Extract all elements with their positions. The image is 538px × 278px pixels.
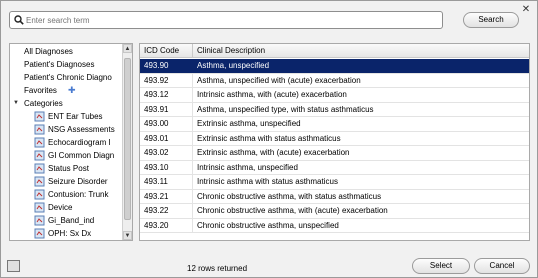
tree-item-label: Favorites xyxy=(24,86,57,95)
table-row[interactable]: 493.91 Asthma, unspecified type, with sta… xyxy=(140,102,529,117)
clinical-description-cell: Chronic obstructive asthma, unspecified xyxy=(197,220,339,230)
search-field[interactable] xyxy=(9,11,443,29)
column-header-icd-code[interactable]: ICD Code xyxy=(140,44,193,58)
icd-code-cell: 493.02 xyxy=(140,146,193,160)
icd-code-cell: 493.21 xyxy=(140,189,193,204)
table-row[interactable]: 493.90 Asthma, unspecified xyxy=(140,59,529,74)
tree-item-label: All Diagnoses xyxy=(24,47,73,56)
category-icon xyxy=(34,150,45,161)
table-row[interactable]: 493.22 Chronic obstructive asthma, with (… xyxy=(140,204,529,219)
category-icon xyxy=(34,163,45,174)
search-button[interactable]: Search xyxy=(463,12,519,28)
tree-item-label: GI Common Diagn xyxy=(48,151,115,160)
icd-code-cell: 493.10 xyxy=(140,160,193,175)
icd-code-cell: 493.11 xyxy=(140,175,193,189)
close-icon[interactable]: ✕ xyxy=(521,5,531,15)
category-tree: All Diagnoses Patient's Diagnoses Patien… xyxy=(9,43,133,241)
search-input[interactable] xyxy=(26,13,436,27)
clinical-description-cell: Intrinsic asthma, with (acute) exacerbat… xyxy=(197,90,347,99)
icd-code-cell: 493.20 xyxy=(140,218,193,233)
add-favorite-icon[interactable]: ✚ xyxy=(68,86,77,95)
category-icon xyxy=(34,202,45,213)
tree-item-label: Contusion: Trunk xyxy=(48,190,109,199)
tree-item-label: Categories xyxy=(24,99,63,108)
category-icon xyxy=(34,189,45,200)
category-icon xyxy=(34,215,45,226)
icd-code-cell: 493.12 xyxy=(140,88,193,102)
category-icon xyxy=(34,124,45,135)
clinical-description-cell: Intrinsic asthma, unspecified xyxy=(197,162,298,172)
table-row[interactable]: 493.11 Intrinsic asthma with status asthm… xyxy=(140,175,529,190)
icd-code-cell: 493.22 xyxy=(140,204,193,218)
category-icon xyxy=(34,176,45,187)
tree-item-label: Status Post xyxy=(48,164,89,173)
table-row[interactable]: 493.12 Intrinsic asthma, with (acute) exa… xyxy=(140,88,529,103)
expand-arrow-icon[interactable]: ▼ xyxy=(13,97,19,110)
clinical-description-cell: Asthma, unspecified xyxy=(197,61,270,70)
tree-scrollbar[interactable]: ▲ ▼ xyxy=(122,44,132,240)
tree-item-label: Patient's Chronic Diagno xyxy=(24,73,112,82)
clinical-description-cell: Asthma, unspecified type, with status as… xyxy=(197,104,374,114)
icd-code-cell: 493.01 xyxy=(140,131,193,146)
table-row[interactable]: 493.10 Intrinsic asthma, unspecified xyxy=(140,160,529,175)
diagnosis-table: ICD Code Clinical Description 493.90 Asth… xyxy=(139,43,530,241)
icd-code-cell: 493.92 xyxy=(140,73,193,88)
tree-item-label: ENT Ear Tubes xyxy=(48,112,103,121)
tree-item-label: OPH: Sx Dx xyxy=(48,229,92,238)
table-row[interactable]: 493.20 Chronic obstructive asthma, unspec… xyxy=(140,218,529,233)
tree-item-label: Device xyxy=(48,203,73,212)
options-icon[interactable] xyxy=(7,260,20,272)
scroll-down-icon[interactable]: ▼ xyxy=(123,231,132,240)
tree-item-label: Echocardiogram I xyxy=(48,138,111,147)
tree-item-label: Seizure Disorder xyxy=(48,177,108,186)
tree-item-label: Gi_Band_ind xyxy=(48,216,95,225)
table-row[interactable]: 493.00 Extrinsic asthma, unspecified xyxy=(140,117,529,132)
icd-code-cell: 493.91 xyxy=(140,102,193,117)
category-icon xyxy=(34,228,45,239)
icd-code-cell: 493.00 xyxy=(140,117,193,131)
scroll-up-icon[interactable]: ▲ xyxy=(123,44,132,53)
table-row[interactable]: 493.92 Asthma, unspecified with (acute) e… xyxy=(140,73,529,88)
clinical-description-cell: Asthma, unspecified with (acute) exacerb… xyxy=(197,75,361,85)
clinical-description-cell: Chronic obstructive asthma, with (acute)… xyxy=(197,206,388,215)
tree-item-label: NSG Assessments xyxy=(48,125,115,134)
search-icon xyxy=(14,15,24,25)
scroll-thumb[interactable] xyxy=(124,58,131,220)
table-row[interactable]: 493.02 Extrinsic asthma, with (acute) exa… xyxy=(140,146,529,161)
column-header-clinical-description[interactable]: Clinical Description xyxy=(194,44,265,58)
clinical-description-cell: Intrinsic asthma with status asthmaticus xyxy=(197,177,338,186)
table-header: ICD Code Clinical Description xyxy=(140,44,529,58)
cancel-button[interactable]: Cancel xyxy=(474,258,530,274)
table-row[interactable]: 493.21 Chronic obstructive asthma, with s… xyxy=(140,189,529,204)
clinical-description-cell: Chronic obstructive asthma, with status … xyxy=(197,191,382,201)
clinical-description-cell: Extrinsic asthma, unspecified xyxy=(197,119,301,128)
diagnosis-search-dialog: ✕ Search All Diagnoses Patient's Diagnos… xyxy=(0,0,538,278)
category-icon xyxy=(34,137,45,148)
category-icon xyxy=(34,111,45,122)
tree-item-label: Patient's Diagnoses xyxy=(24,60,95,69)
rows-returned-status: 12 rows returned xyxy=(187,264,248,273)
clinical-description-cell: Extrinsic asthma with status asthmaticus xyxy=(197,133,341,143)
clinical-description-cell: Extrinsic asthma, with (acute) exacerbat… xyxy=(197,148,350,157)
table-row[interactable]: 493.01 Extrinsic asthma with status asthm… xyxy=(140,131,529,146)
select-button[interactable]: Select xyxy=(412,258,470,274)
icd-code-cell: 493.90 xyxy=(140,59,193,73)
